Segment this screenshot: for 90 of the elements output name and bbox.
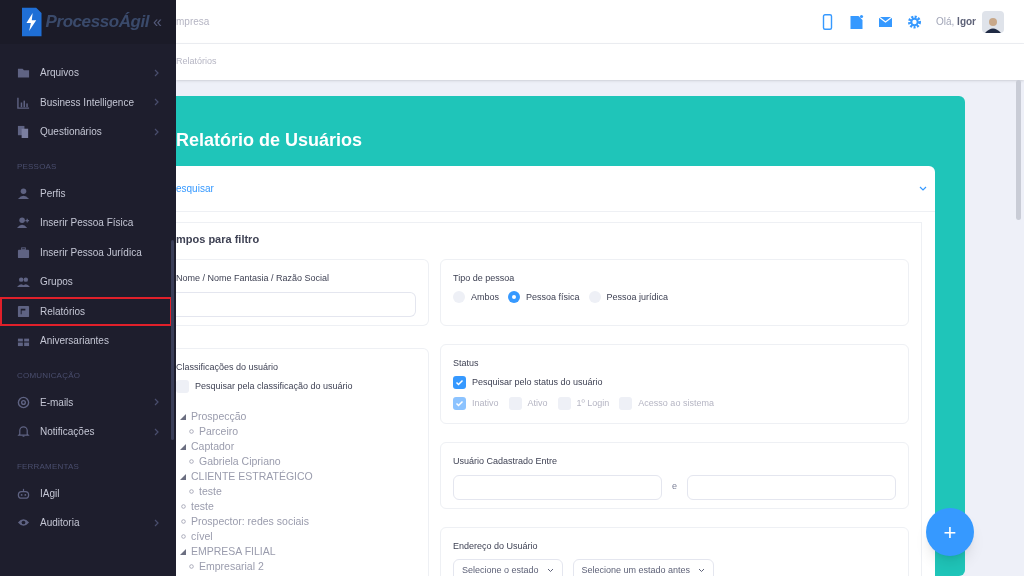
filter-heading: mpos para filtro [176, 232, 261, 245]
bullet-icon [189, 489, 194, 494]
menu-label: Questionários [40, 125, 103, 140]
menu-label: Business Intelligence [40, 95, 135, 110]
settings-icon[interactable] [907, 13, 922, 30]
checkbox-label: Acesso ao sistema [638, 397, 714, 410]
menu-item[interactable]: Inserir Pessoa Física [0, 208, 176, 238]
company-label: mpresa [176, 15, 210, 29]
menu-item[interactable]: Grupos [0, 267, 176, 297]
bullet-icon [189, 429, 194, 434]
users-icon [17, 275, 30, 289]
field-label: Endereço do Usuário [453, 540, 539, 553]
radio-button[interactable] [508, 291, 520, 304]
menu-label: Aniversariantes [40, 334, 110, 349]
chevron-down-icon [698, 568, 706, 573]
folder-icon [17, 66, 30, 80]
menu-item[interactable]: Notificações [0, 417, 176, 447]
menu-item[interactable]: Arquivos [0, 58, 176, 88]
menu-label: Notificações [40, 425, 96, 440]
checkbox-label: Pesquisar pelo status do usuário [472, 375, 603, 389]
section-heading: COMUNICAÇÃO [16, 369, 82, 382]
radio-label: Pessoa física [526, 290, 580, 304]
bullet-icon [189, 459, 194, 464]
field-label: Nome / Nome Fantasia / Razão Social [176, 272, 331, 285]
bar-chart-icon [17, 95, 30, 109]
select-field[interactable]: Selecione um estado antes [572, 558, 715, 576]
menu-label: Arquivos [40, 66, 80, 81]
expanded-triangle-icon[interactable] [180, 473, 186, 480]
menu-item[interactable]: E-mails [0, 387, 176, 417]
bullet-icon [181, 504, 186, 509]
radio-label: Pessoa jurídica [606, 290, 669, 304]
user-icon [17, 186, 30, 200]
user-plus-icon [17, 216, 30, 230]
logo-text: ProcessoÁgil [45, 11, 150, 34]
select-field[interactable]: Selecione o estado [453, 558, 563, 576]
expanded-triangle-icon[interactable] [180, 548, 186, 555]
scrollbar[interactable] [1016, 80, 1021, 220]
briefcase-icon [17, 245, 30, 259]
menu-label: Inserir Pessoa Física [40, 216, 135, 231]
check-icon [455, 399, 464, 409]
menu-label: Perfis [40, 186, 67, 201]
avatar[interactable] [982, 10, 1004, 33]
checkbox[interactable] [453, 375, 466, 389]
menu-item[interactable]: Aniversariantes [0, 326, 176, 356]
scrollbar[interactable] [171, 240, 174, 440]
menu-label: Grupos [40, 275, 74, 290]
field-label: Classificações do usuário [176, 361, 280, 374]
checkbox-label: Ativo [527, 397, 548, 410]
bullet-icon [181, 519, 186, 524]
menu-item[interactable]: Business Intelligence [0, 87, 176, 117]
checkbox[interactable] [176, 379, 189, 393]
menu-item[interactable]: Perfis [0, 178, 176, 208]
page-title: Relatório de Usuários [176, 129, 364, 152]
checkbox-label: Pesquisar pela classificação do usuário [195, 379, 353, 393]
check-icon [455, 377, 464, 387]
bullet-icon [181, 534, 186, 539]
menu-item[interactable]: Questionários [0, 117, 176, 147]
menu-label: Relatórios [40, 304, 87, 319]
date-field[interactable] [453, 474, 662, 500]
bullet-icon [189, 564, 194, 569]
menu-item[interactable]: IAgil [0, 478, 176, 508]
field-label: Status [453, 357, 480, 370]
menu-label: IAgil [40, 486, 61, 501]
menu-label: E-mails [40, 395, 75, 410]
field-label: Usuário Cadastrado Entre [453, 455, 559, 468]
menu-item[interactable]: Relatórios [0, 296, 172, 326]
radio-label: Ambos [471, 290, 499, 304]
expanded-triangle-icon[interactable] [180, 443, 186, 450]
checkbox[interactable] [453, 397, 466, 411]
range-separator: e [672, 480, 677, 494]
menu-label: Inserir Pessoa Jurídica [40, 245, 143, 260]
chevron-down-icon [546, 568, 554, 573]
document-icon[interactable] [849, 13, 864, 30]
greeting: Olá, Igor [936, 15, 976, 29]
date-field[interactable] [687, 474, 896, 500]
menu-item[interactable]: Inserir Pessoa Jurídica [0, 237, 176, 267]
menu-item[interactable]: Auditoria [0, 508, 176, 538]
field-label: Tipo de pessoa [453, 272, 516, 285]
checkbox-label: 1º Login [576, 397, 610, 410]
report-icon [17, 304, 30, 318]
logo-icon [22, 6, 42, 38]
robot-icon [17, 486, 30, 500]
checkbox-label: Inativo [472, 397, 499, 410]
bell-icon [17, 425, 30, 439]
section-heading: FERRAMENTAS [16, 460, 81, 473]
phone-icon[interactable] [820, 13, 835, 30]
expanded-triangle-icon[interactable] [180, 413, 186, 420]
text-input[interactable] [176, 291, 416, 317]
menu-label: Auditoria [40, 516, 81, 531]
documents-icon [17, 125, 30, 139]
